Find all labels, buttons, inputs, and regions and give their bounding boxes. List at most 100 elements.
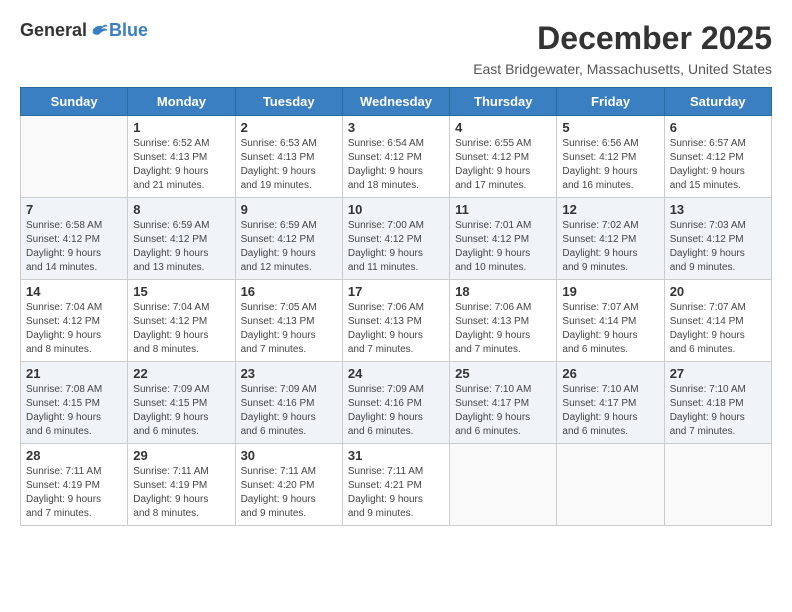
day-number: 24 bbox=[348, 366, 444, 381]
calendar-day-cell: 16 Sunrise: 7:05 AM Sunset: 4:13 PM Dayli… bbox=[235, 280, 342, 362]
day-info: Sunrise: 7:10 AM Sunset: 4:18 PM Dayligh… bbox=[670, 383, 766, 439]
day-info: Sunrise: 7:03 AM Sunset: 4:12 PM Dayligh… bbox=[670, 219, 766, 275]
calendar-day-cell: 8 Sunrise: 6:59 AM Sunset: 4:12 PM Daylig… bbox=[128, 198, 235, 280]
day-number: 28 bbox=[26, 448, 122, 463]
calendar-weekday-header: Tuesday bbox=[235, 88, 342, 116]
day-number: 16 bbox=[241, 284, 337, 299]
day-number: 19 bbox=[562, 284, 658, 299]
calendar-day-cell: 31 Sunrise: 7:11 AM Sunset: 4:21 PM Dayli… bbox=[342, 444, 449, 526]
calendar-week-row: 28 Sunrise: 7:11 AM Sunset: 4:19 PM Dayli… bbox=[21, 444, 772, 526]
day-info: Sunrise: 7:09 AM Sunset: 4:15 PM Dayligh… bbox=[133, 383, 229, 439]
calendar-day-cell bbox=[450, 444, 557, 526]
day-number: 11 bbox=[455, 202, 551, 217]
day-number: 12 bbox=[562, 202, 658, 217]
day-number: 8 bbox=[133, 202, 229, 217]
calendar-weekday-header: Wednesday bbox=[342, 88, 449, 116]
calendar-day-cell: 28Sunrise: 7:11 AM Sunset: 4:19 PM Dayli… bbox=[21, 444, 128, 526]
day-number: 30 bbox=[241, 448, 337, 463]
day-number: 25 bbox=[455, 366, 551, 381]
day-info: Sunrise: 7:10 AM Sunset: 4:17 PM Dayligh… bbox=[455, 383, 551, 439]
calendar-day-cell: 7 Sunrise: 6:58 AM Sunset: 4:12 PM Daylig… bbox=[21, 198, 128, 280]
day-number: 29 bbox=[133, 448, 229, 463]
calendar-day-cell: 3Sunrise: 6:54 AM Sunset: 4:12 PM Daylig… bbox=[342, 116, 449, 198]
day-number: 10 bbox=[348, 202, 444, 217]
day-number: 9 bbox=[241, 202, 337, 217]
calendar-day-cell: 2 Sunrise: 6:53 AM Sunset: 4:13 PM Daylig… bbox=[235, 116, 342, 198]
calendar-day-cell: 27 Sunrise: 7:10 AM Sunset: 4:18 PM Dayli… bbox=[664, 362, 771, 444]
logo: General Blue bbox=[20, 20, 148, 41]
calendar-week-row: 1 Sunrise: 6:52 AM Sunset: 4:13 PM Daylig… bbox=[21, 116, 772, 198]
calendar-header-row: SundayMondayTuesdayWednesdayThursdayFrid… bbox=[21, 88, 772, 116]
day-number: 1 bbox=[133, 120, 229, 135]
day-info: Sunrise: 6:55 AM Sunset: 4:12 PM Dayligh… bbox=[455, 137, 551, 193]
logo-general-text: General bbox=[20, 20, 87, 41]
day-info: Sunrise: 6:52 AM Sunset: 4:13 PM Dayligh… bbox=[133, 137, 229, 193]
day-info: Sunrise: 6:53 AM Sunset: 4:13 PM Dayligh… bbox=[241, 137, 337, 193]
calendar-day-cell: 6 Sunrise: 6:57 AM Sunset: 4:12 PM Daylig… bbox=[664, 116, 771, 198]
day-info: Sunrise: 7:09 AM Sunset: 4:16 PM Dayligh… bbox=[348, 383, 444, 439]
location-text: East Bridgewater, Massachusetts, United … bbox=[473, 61, 772, 77]
day-info: Sunrise: 7:07 AM Sunset: 4:14 PM Dayligh… bbox=[562, 301, 658, 357]
calendar-day-cell bbox=[557, 444, 664, 526]
day-info: Sunrise: 6:58 AM Sunset: 4:12 PM Dayligh… bbox=[26, 219, 122, 275]
day-info: Sunrise: 7:05 AM Sunset: 4:13 PM Dayligh… bbox=[241, 301, 337, 357]
day-number: 21 bbox=[26, 366, 122, 381]
calendar-week-row: 14 Sunrise: 7:04 AM Sunset: 4:12 PM Dayli… bbox=[21, 280, 772, 362]
calendar-week-row: 21 Sunrise: 7:08 AM Sunset: 4:15 PM Dayli… bbox=[21, 362, 772, 444]
day-number: 7 bbox=[26, 202, 122, 217]
day-info: Sunrise: 7:10 AM Sunset: 4:17 PM Dayligh… bbox=[562, 383, 658, 439]
day-number: 31 bbox=[348, 448, 444, 463]
calendar-day-cell: 20Sunrise: 7:07 AM Sunset: 4:14 PM Dayli… bbox=[664, 280, 771, 362]
day-number: 6 bbox=[670, 120, 766, 135]
calendar-day-cell: 9Sunrise: 6:59 AM Sunset: 4:12 PM Daylig… bbox=[235, 198, 342, 280]
day-number: 23 bbox=[241, 366, 337, 381]
day-info: Sunrise: 6:57 AM Sunset: 4:12 PM Dayligh… bbox=[670, 137, 766, 193]
calendar-day-cell: 26 Sunrise: 7:10 AM Sunset: 4:17 PM Dayli… bbox=[557, 362, 664, 444]
month-title: December 2025 bbox=[473, 20, 772, 57]
calendar-day-cell: 21 Sunrise: 7:08 AM Sunset: 4:15 PM Dayli… bbox=[21, 362, 128, 444]
day-number: 27 bbox=[670, 366, 766, 381]
day-info: Sunrise: 7:08 AM Sunset: 4:15 PM Dayligh… bbox=[26, 383, 122, 439]
calendar-weekday-header: Thursday bbox=[450, 88, 557, 116]
day-number: 13 bbox=[670, 202, 766, 217]
day-info: Sunrise: 7:09 AM Sunset: 4:16 PM Dayligh… bbox=[241, 383, 337, 439]
calendar-weekday-header: Friday bbox=[557, 88, 664, 116]
day-number: 17 bbox=[348, 284, 444, 299]
calendar-day-cell: 17Sunrise: 7:06 AM Sunset: 4:13 PM Dayli… bbox=[342, 280, 449, 362]
calendar-day-cell: 30Sunrise: 7:11 AM Sunset: 4:20 PM Dayli… bbox=[235, 444, 342, 526]
calendar-day-cell: 18Sunrise: 7:06 AM Sunset: 4:13 PM Dayli… bbox=[450, 280, 557, 362]
day-number: 5 bbox=[562, 120, 658, 135]
day-info: Sunrise: 7:11 AM Sunset: 4:21 PM Dayligh… bbox=[348, 465, 444, 521]
day-number: 15 bbox=[133, 284, 229, 299]
calendar-day-cell: 24 Sunrise: 7:09 AM Sunset: 4:16 PM Dayli… bbox=[342, 362, 449, 444]
day-info: Sunrise: 7:02 AM Sunset: 4:12 PM Dayligh… bbox=[562, 219, 658, 275]
day-number: 18 bbox=[455, 284, 551, 299]
day-info: Sunrise: 7:04 AM Sunset: 4:12 PM Dayligh… bbox=[133, 301, 229, 357]
day-number: 22 bbox=[133, 366, 229, 381]
calendar-day-cell: 15 Sunrise: 7:04 AM Sunset: 4:12 PM Dayli… bbox=[128, 280, 235, 362]
calendar-day-cell: 22 Sunrise: 7:09 AM Sunset: 4:15 PM Dayli… bbox=[128, 362, 235, 444]
day-number: 2 bbox=[241, 120, 337, 135]
calendar-day-cell: 29 Sunrise: 7:11 AM Sunset: 4:19 PM Dayli… bbox=[128, 444, 235, 526]
day-info: Sunrise: 6:56 AM Sunset: 4:12 PM Dayligh… bbox=[562, 137, 658, 193]
calendar-week-row: 7 Sunrise: 6:58 AM Sunset: 4:12 PM Daylig… bbox=[21, 198, 772, 280]
calendar-day-cell: 10 Sunrise: 7:00 AM Sunset: 4:12 PM Dayli… bbox=[342, 198, 449, 280]
day-number: 26 bbox=[562, 366, 658, 381]
day-info: Sunrise: 6:59 AM Sunset: 4:12 PM Dayligh… bbox=[133, 219, 229, 275]
day-number: 20 bbox=[670, 284, 766, 299]
day-info: Sunrise: 6:54 AM Sunset: 4:12 PM Dayligh… bbox=[348, 137, 444, 193]
calendar-day-cell: 19 Sunrise: 7:07 AM Sunset: 4:14 PM Dayli… bbox=[557, 280, 664, 362]
page-header: General Blue December 2025 East Bridgewa… bbox=[20, 20, 772, 77]
calendar-day-cell: 11 Sunrise: 7:01 AM Sunset: 4:12 PM Dayli… bbox=[450, 198, 557, 280]
title-section: December 2025 East Bridgewater, Massachu… bbox=[473, 20, 772, 77]
day-info: Sunrise: 7:11 AM Sunset: 4:19 PM Dayligh… bbox=[133, 465, 229, 521]
day-info: Sunrise: 7:01 AM Sunset: 4:12 PM Dayligh… bbox=[455, 219, 551, 275]
calendar-day-cell: 14Sunrise: 7:04 AM Sunset: 4:12 PM Dayli… bbox=[21, 280, 128, 362]
calendar-day-cell: 13 Sunrise: 7:03 AM Sunset: 4:12 PM Dayli… bbox=[664, 198, 771, 280]
calendar-day-cell: 12 Sunrise: 7:02 AM Sunset: 4:12 PM Dayli… bbox=[557, 198, 664, 280]
day-number: 4 bbox=[455, 120, 551, 135]
logo-bird-icon bbox=[89, 21, 109, 41]
day-info: Sunrise: 7:00 AM Sunset: 4:12 PM Dayligh… bbox=[348, 219, 444, 275]
calendar-weekday-header: Saturday bbox=[664, 88, 771, 116]
day-number: 14 bbox=[26, 284, 122, 299]
